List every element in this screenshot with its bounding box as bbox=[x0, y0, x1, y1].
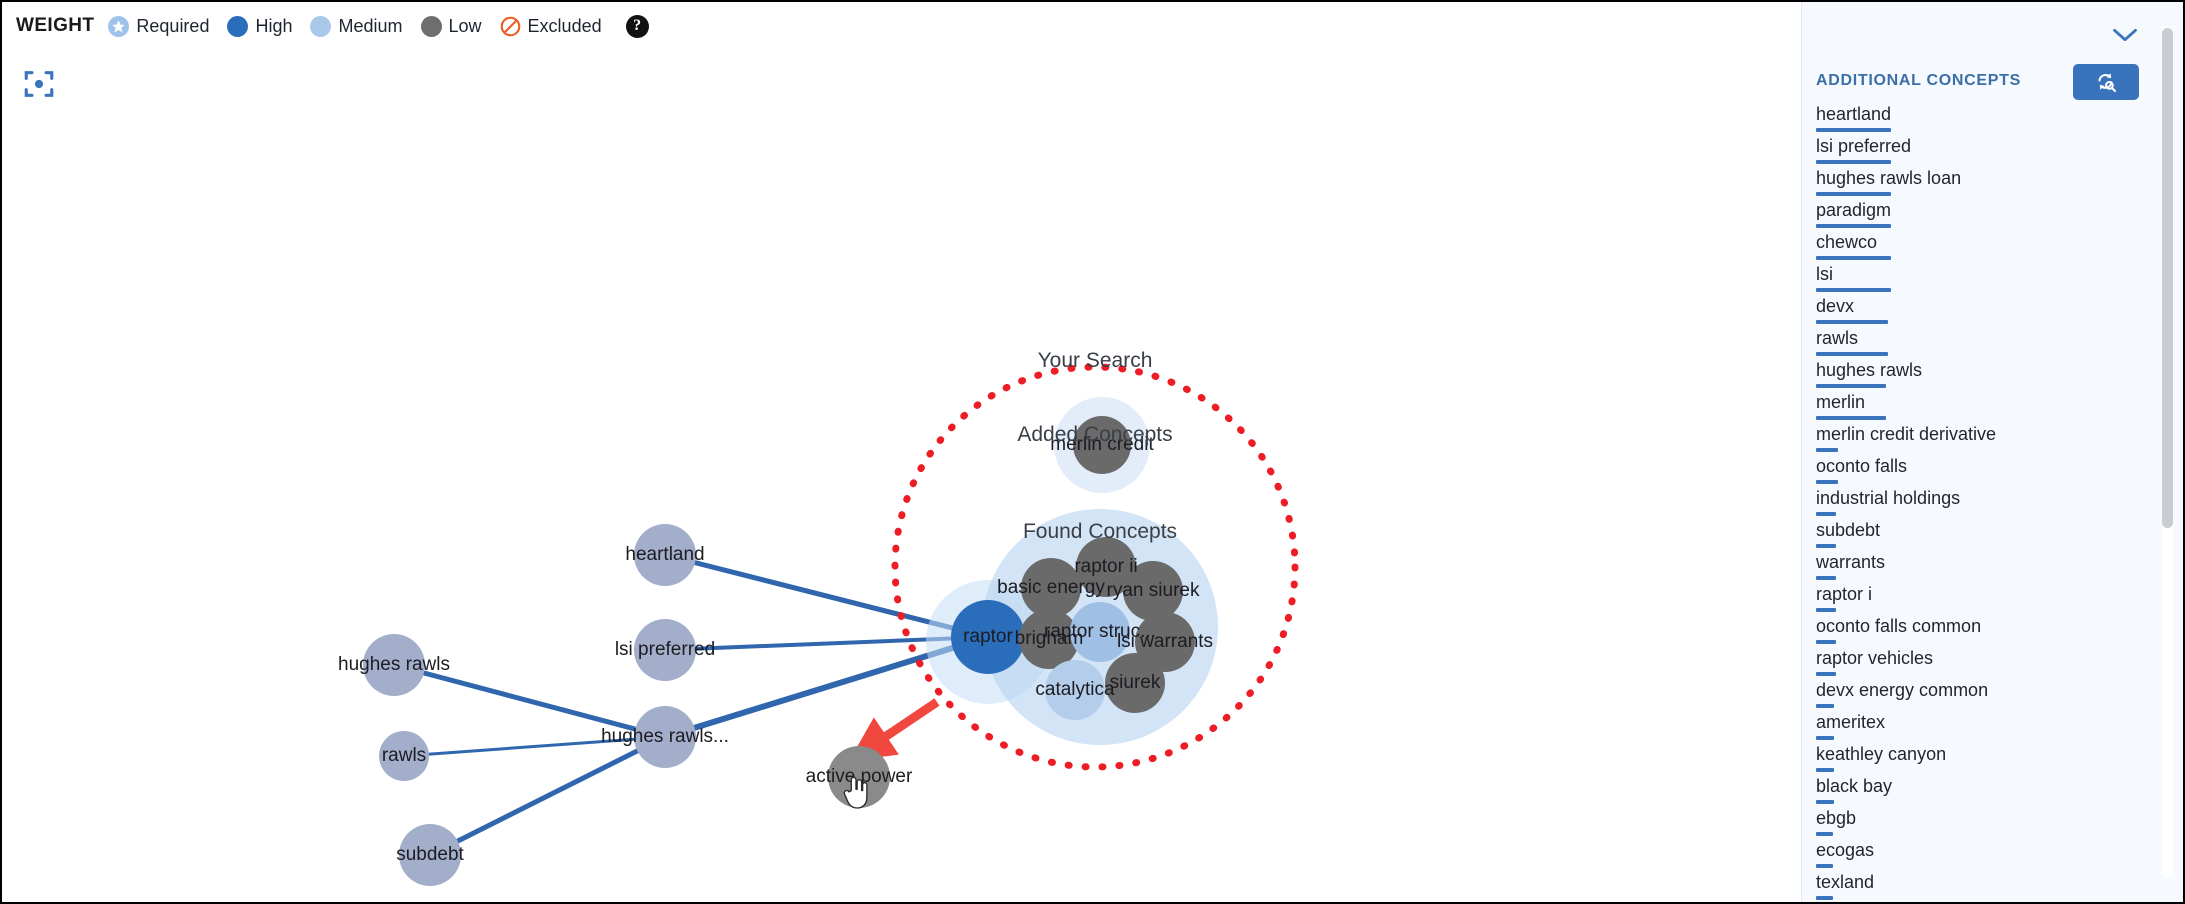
graph-node-active-power[interactable] bbox=[828, 746, 890, 808]
concept-label: chewco bbox=[1816, 232, 1878, 252]
concept-list-item[interactable]: lsi bbox=[1802, 260, 2152, 292]
legend-item-required[interactable]: Required bbox=[108, 15, 210, 37]
concept-list-item[interactable]: heartland bbox=[1802, 100, 2152, 132]
concept-label: subdebt bbox=[1816, 520, 1881, 540]
sidebar-header-label: ADDITIONAL CONCEPTS bbox=[1816, 72, 2022, 89]
graph-edge bbox=[428, 734, 667, 858]
concept-label: raptor vehicles bbox=[1816, 648, 1934, 668]
legend-label-low: Low bbox=[448, 15, 482, 36]
concept-label: texland bbox=[1816, 872, 1875, 892]
concept-label: warrants bbox=[1816, 552, 1886, 572]
concept-score-bar bbox=[1816, 896, 1833, 900]
concept-label: oconto falls common bbox=[1816, 616, 1982, 636]
concept-list-item[interactable]: merlin credit derivative bbox=[1802, 420, 2152, 452]
legend-item-low[interactable]: Low bbox=[420, 15, 482, 37]
concept-list-item[interactable]: paradigm bbox=[1802, 196, 2152, 228]
concept-label: keathley canyon bbox=[1816, 744, 1947, 764]
concept-label: merlin bbox=[1816, 392, 1866, 412]
graph-edge bbox=[403, 735, 666, 758]
graph-node-raptor[interactable] bbox=[951, 600, 1025, 674]
graph-node-heartland[interactable] bbox=[634, 524, 696, 586]
concept-list-item[interactable]: industrial holdings bbox=[1802, 484, 2152, 516]
concept-label: hughes rawls loan bbox=[1816, 168, 1962, 188]
chevron-down-icon[interactable] bbox=[2111, 24, 2139, 46]
no-entry-icon bbox=[500, 16, 521, 37]
graph-node-hughes-rawls-2[interactable] bbox=[634, 706, 696, 768]
sidebar-scrollbar-thumb[interactable] bbox=[2162, 28, 2173, 528]
concept-label: ecogas bbox=[1816, 840, 1875, 860]
concept-list-item[interactable]: chewco bbox=[1802, 228, 2152, 260]
graph-node-hughes-rawls[interactable] bbox=[363, 634, 425, 696]
graph-node-siurek[interactable] bbox=[1105, 653, 1165, 713]
concept-list-item[interactable]: hughes rawls loan bbox=[1802, 164, 2152, 196]
concept-list-item[interactable]: texland bbox=[1802, 868, 2152, 900]
concept-label: heartland bbox=[1816, 104, 1892, 124]
concept-label: rawls bbox=[1816, 328, 1859, 348]
filled-circle-icon-medium bbox=[310, 15, 332, 37]
legend-item-high[interactable]: High bbox=[227, 15, 293, 37]
concept-list-item[interactable]: raptor i bbox=[1802, 580, 2152, 612]
concept-label: paradigm bbox=[1816, 200, 1892, 220]
legend-title: WEIGHT bbox=[16, 15, 95, 36]
concept-list-item[interactable]: devx bbox=[1802, 292, 2152, 324]
legend-label-high: High bbox=[255, 15, 293, 36]
star-circle-icon bbox=[108, 15, 130, 37]
legend-label-medium: Medium bbox=[338, 15, 403, 36]
legend-label-excluded: Excluded bbox=[527, 15, 602, 36]
legend-item-excluded[interactable]: Excluded bbox=[500, 16, 602, 37]
graph-edges-layer bbox=[393, 363, 1299, 858]
concept-label: lsi bbox=[1816, 264, 1833, 284]
concept-label: industrial holdings bbox=[1816, 488, 1961, 508]
graph-canvas[interactable]: heartland lsi preferred hughes rawls rawls h… bbox=[2, 2, 1805, 902]
concept-label: devx bbox=[1816, 296, 1855, 316]
annotation-arrow bbox=[849, 698, 940, 762]
graph-node-catalytica[interactable] bbox=[1045, 660, 1105, 720]
graph-node-merlin-credit[interactable] bbox=[1073, 416, 1131, 474]
concept-label: raptor i bbox=[1816, 584, 1873, 604]
concept-label: black bay bbox=[1816, 776, 1893, 796]
concept-label: ebgb bbox=[1816, 808, 1857, 828]
refresh-search-button[interactable] bbox=[2073, 64, 2139, 100]
recenter-focus-icon[interactable] bbox=[22, 67, 56, 101]
graph-node-ryan-siurek[interactable] bbox=[1123, 561, 1183, 621]
concept-label: hughes rawls bbox=[1816, 360, 1923, 380]
concept-label: lsi preferred bbox=[1816, 136, 1912, 156]
concept-list-item[interactable]: subdebt bbox=[1802, 516, 2152, 548]
legend-label-required: Required bbox=[136, 15, 210, 36]
concept-list-item[interactable]: lsi preferred bbox=[1802, 132, 2152, 164]
concept-list-item[interactable]: black bay bbox=[1802, 772, 2152, 804]
concept-list-item[interactable]: devx energy common bbox=[1802, 676, 2152, 708]
concept-list-item[interactable]: oconto falls common bbox=[1802, 612, 2152, 644]
graph-edge bbox=[393, 662, 666, 740]
concept-graph-app: WEIGHT Required High Medium Low Excluded… bbox=[0, 0, 2185, 904]
concept-list-item[interactable]: ameritex bbox=[1802, 708, 2152, 740]
concept-label: ameritex bbox=[1816, 712, 1886, 732]
concept-list-item[interactable]: merlin bbox=[1802, 388, 2152, 420]
concept-label: merlin credit derivative bbox=[1816, 424, 1997, 444]
concept-label: devx energy common bbox=[1816, 680, 1989, 700]
concept-list-item[interactable]: raptor vehicles bbox=[1802, 644, 2152, 676]
additional-concepts-sidebar: ADDITIONAL CONCEPTS heartland lsi preferr… bbox=[1801, 2, 2183, 902]
refresh-search-icon bbox=[2098, 73, 2117, 93]
legend-item-medium[interactable]: Medium bbox=[310, 15, 403, 37]
graph-node-raptor-struc[interactable] bbox=[1070, 602, 1130, 662]
graph-node-rawls[interactable] bbox=[379, 731, 429, 781]
graph-node-lsi-preferred[interactable] bbox=[634, 619, 696, 681]
concept-list-item[interactable]: keathley canyon bbox=[1802, 740, 2152, 772]
filled-circle-icon-high bbox=[227, 15, 249, 37]
concept-list-item[interactable]: warrants bbox=[1802, 548, 2152, 580]
additional-concepts-list[interactable]: heartland lsi preferred hughes rawls loan p… bbox=[1802, 100, 2152, 900]
concept-list-item[interactable]: ecogas bbox=[1802, 836, 2152, 868]
filled-circle-icon-low bbox=[420, 15, 442, 37]
concept-label: oconto falls bbox=[1816, 456, 1908, 476]
concept-list-item[interactable]: ebgb bbox=[1802, 804, 2152, 836]
help-icon[interactable]: ? bbox=[625, 14, 649, 38]
graph-node-subdebt[interactable] bbox=[399, 824, 461, 886]
weight-legend-bar: WEIGHT Required High Medium Low Excluded… bbox=[2, 2, 1805, 50]
concept-list-item[interactable]: oconto falls bbox=[1802, 452, 2152, 484]
concept-list-item[interactable]: hughes rawls bbox=[1802, 356, 2152, 388]
concept-list-item[interactable]: rawls bbox=[1802, 324, 2152, 356]
